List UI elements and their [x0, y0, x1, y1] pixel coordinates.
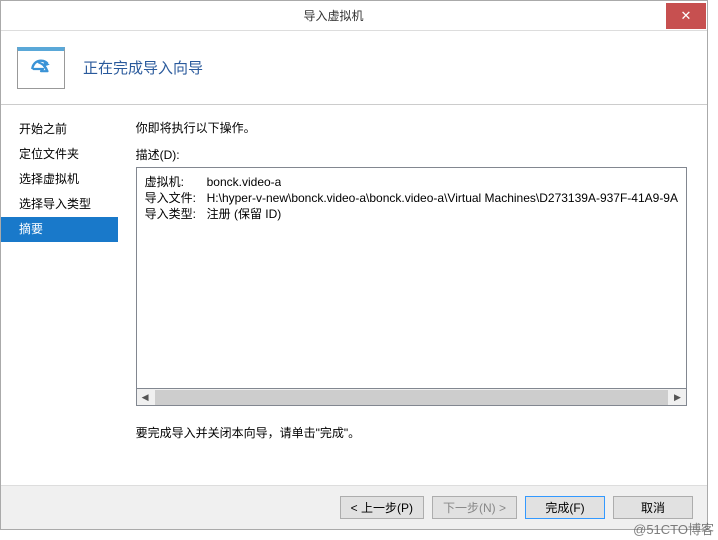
summary-row-type: 导入类型: 注册 (保留 ID) [145, 206, 678, 222]
wizard-steps-sidebar: 开始之前 定位文件夹 选择虚拟机 选择导入类型 摘要 [1, 105, 118, 485]
intro-text: 你即将执行以下操作。 [136, 119, 687, 136]
finish-button[interactable]: 完成(F) [525, 496, 605, 519]
next-button: 下一步(N) > [432, 496, 517, 519]
summary-row-vm: 虚拟机: bonck.video-a [145, 174, 678, 190]
wizard-main-panel: 你即将执行以下操作。 描述(D): 虚拟机: bonck.video-a 导入文… [118, 105, 707, 485]
window-title: 导入虚拟机 [1, 7, 666, 24]
titlebar: 导入虚拟机 ✕ [1, 1, 707, 31]
import-arrow-icon [17, 47, 65, 89]
summary-type-key: 导入类型: [145, 206, 207, 222]
summary-vm-value: bonck.video-a [207, 174, 282, 190]
summary-file-key: 导入文件: [145, 190, 207, 206]
scroll-right-icon[interactable]: ▶ [669, 390, 686, 405]
description-label: 描述(D): [136, 146, 687, 163]
sidebar-item-select-vm[interactable]: 选择虚拟机 [1, 167, 118, 192]
sidebar-item-choose-import-type[interactable]: 选择导入类型 [1, 192, 118, 217]
sidebar-item-before-you-begin[interactable]: 开始之前 [1, 117, 118, 142]
sidebar-item-locate-folder[interactable]: 定位文件夹 [1, 142, 118, 167]
page-title: 正在完成导入向导 [83, 57, 203, 78]
horizontal-scrollbar[interactable]: ◀ ▶ [136, 389, 687, 406]
summary-row-file: 导入文件: H:\hyper-v-new\bonck.video-a\bonck… [145, 190, 678, 206]
scroll-left-icon[interactable]: ◀ [137, 390, 154, 405]
previous-button[interactable]: < 上一步(P) [340, 496, 424, 519]
summary-file-value: H:\hyper-v-new\bonck.video-a\bonck.video… [207, 190, 678, 206]
wizard-header: 正在完成导入向导 [1, 31, 707, 105]
summary-type-value: 注册 (保留 ID) [207, 206, 282, 222]
wizard-button-row: < 上一步(P) 下一步(N) > 完成(F) 取消 [1, 485, 707, 529]
finish-instruction: 要完成导入并关闭本向导，请单击"完成"。 [136, 424, 687, 441]
watermark-text: @51CTO博客 [633, 519, 714, 538]
wizard-body: 开始之前 定位文件夹 选择虚拟机 选择导入类型 摘要 你即将执行以下操作。 描述… [1, 105, 707, 485]
summary-textbox: 虚拟机: bonck.video-a 导入文件: H:\hyper-v-new\… [136, 167, 687, 389]
cancel-button[interactable]: 取消 [613, 496, 693, 519]
close-icon[interactable]: ✕ [666, 3, 706, 29]
sidebar-item-summary[interactable]: 摘要 [1, 217, 118, 242]
import-vm-dialog: 导入虚拟机 ✕ 正在完成导入向导 开始之前 定位文件夹 选择虚拟机 选择导入类型… [0, 0, 708, 530]
scrollbar-thumb[interactable] [155, 390, 668, 405]
summary-vm-key: 虚拟机: [145, 174, 207, 190]
